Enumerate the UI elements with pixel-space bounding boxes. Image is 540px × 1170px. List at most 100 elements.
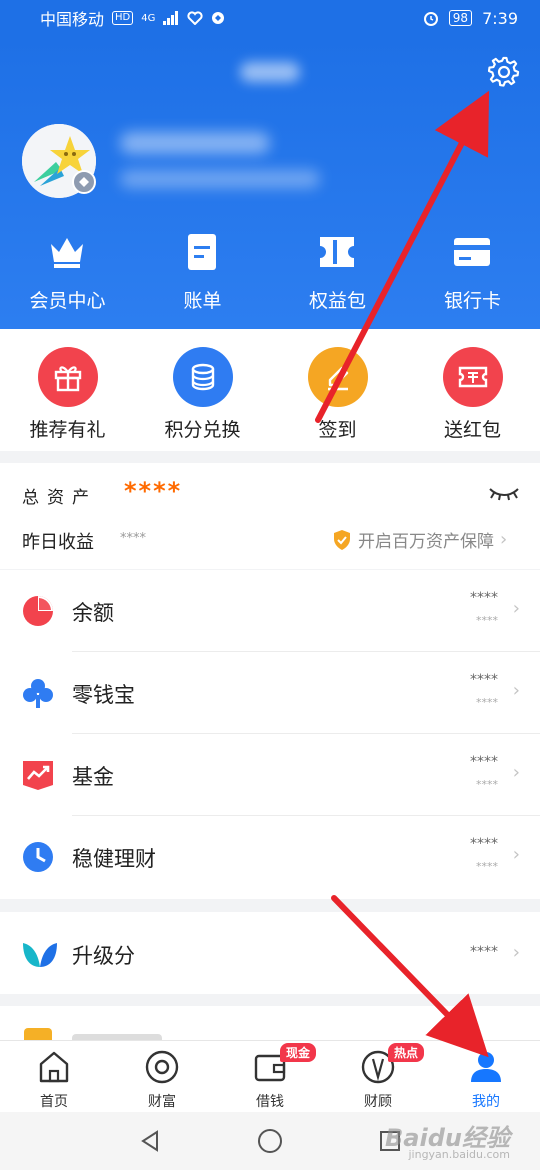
list-item-subvalue: **** — [476, 860, 498, 873]
assets-card: 总资产 **** 昨日收益 **** 开启百万资产保障 › — [0, 463, 540, 569]
eye-closed-icon[interactable] — [488, 483, 520, 503]
shield-icon — [334, 529, 350, 550]
services-row: 推荐有礼 积分兑换 签到 送红包 — [0, 329, 540, 451]
clock-time: 7:39 — [482, 8, 518, 28]
status-bar: 中国移动 HD 4G 98 7:39 — [0, 0, 540, 36]
blurred-username — [120, 132, 270, 154]
yesterday-earnings-value: **** — [120, 531, 146, 546]
list-item-stable-wealth[interactable]: 稳健理财 **** **** › — [0, 816, 540, 898]
quick-action-label: 账单 — [183, 290, 222, 312]
list-item-value: **** — [470, 672, 498, 688]
chevron-right-icon: › — [512, 844, 520, 865]
member-center-button[interactable]: 会员中心 — [0, 232, 135, 322]
service-label: 积分兑换 — [164, 419, 241, 441]
member-badge-icon — [72, 170, 96, 194]
service-label: 送红包 — [443, 419, 501, 441]
total-assets-value: **** — [124, 477, 183, 505]
chevron-right-icon: › — [512, 942, 520, 963]
tab-label: 财顾 — [364, 1094, 392, 1110]
network-label: 4G — [141, 12, 156, 24]
list-item-subvalue: **** — [476, 614, 498, 627]
home-circle-icon — [258, 1129, 282, 1153]
settings-button[interactable] — [484, 52, 524, 92]
chevron-right-icon: › — [512, 762, 520, 783]
tab-label: 我的 — [472, 1094, 500, 1110]
service-circle — [173, 347, 233, 407]
profile-header: 会员中心 账单 权益包 银行卡 — [0, 36, 540, 329]
app-status-icon — [212, 12, 225, 24]
chevron-right-icon: › — [512, 598, 520, 619]
service-label: 推荐有礼 — [29, 419, 106, 441]
bill-icon — [188, 234, 216, 270]
chevron-right-icon: › — [500, 529, 508, 550]
clover-icon — [23, 679, 53, 708]
home-icon — [39, 1051, 69, 1083]
tab-label: 财富 — [148, 1094, 176, 1110]
list-item-yuebao[interactable]: 零钱宝 **** **** › — [0, 652, 540, 734]
bill-button[interactable]: 账单 — [135, 232, 270, 322]
tab-label: 借钱 — [256, 1094, 284, 1110]
points-exchange-button[interactable]: 积分兑换 — [135, 329, 270, 451]
list-item-value: **** — [470, 836, 498, 852]
asset-list: 余额 **** **** › 零钱宝 **** **** › 基金 **** *… — [0, 570, 540, 899]
tab-label: 首页 — [40, 1094, 68, 1110]
list-item-subvalue: **** — [476, 778, 498, 791]
wealth-icon — [145, 1050, 179, 1084]
tab-home[interactable]: 首页 — [0, 1041, 108, 1113]
list-item-subvalue: **** — [476, 696, 498, 709]
service-circle — [308, 347, 368, 407]
blurred-account — [120, 170, 320, 188]
tab-advisor[interactable]: 热点 财顾 — [324, 1041, 432, 1113]
chevron-right-icon: › — [512, 680, 520, 701]
send-red-packet-button[interactable]: 送红包 — [405, 329, 540, 451]
list-item-upgrade-score[interactable]: 升级分 **** › — [0, 912, 540, 994]
list-item-name: 升级分 — [72, 944, 135, 968]
check-in-button[interactable]: 签到 — [270, 329, 405, 451]
home-nav-button[interactable] — [255, 1126, 285, 1156]
bank-card-button[interactable]: 银行卡 — [405, 232, 540, 322]
list-item-fund[interactable]: 基金 **** **** › — [0, 734, 540, 816]
heart-icon — [187, 11, 203, 25]
watermark-url: jingyan.baidu.com — [408, 1148, 510, 1161]
blurred-title — [240, 62, 300, 82]
tab-borrow[interactable]: 现金 借钱 — [216, 1041, 324, 1113]
back-triangle-icon — [141, 1130, 158, 1152]
red-ticket-icon — [458, 366, 488, 388]
crown-icon — [51, 238, 83, 268]
asset-protection-link[interactable]: 开启百万资产保障 › — [332, 527, 507, 552]
ticket-icon — [320, 237, 354, 267]
carrier-label: 中国移动 — [40, 10, 105, 29]
quick-actions: 会员中心 账单 权益包 银行卡 — [0, 232, 540, 322]
gear-icon — [488, 56, 520, 87]
quick-action-label: 银行卡 — [443, 290, 501, 312]
list-item-value: **** — [470, 590, 498, 606]
signal-icon — [163, 11, 179, 25]
tab-badge: 热点 — [388, 1043, 425, 1062]
hd-badge: HD — [112, 11, 134, 25]
list-item-balance[interactable]: 余额 **** **** › — [0, 570, 540, 652]
gift-icon — [54, 366, 82, 392]
user-icon — [471, 1052, 501, 1082]
total-assets-title: 总资产 — [22, 488, 97, 508]
list-item-value: **** — [470, 754, 498, 770]
clock-icon — [23, 842, 53, 872]
tab-wealth[interactable]: 财富 — [108, 1041, 216, 1113]
bottom-tab-bar: 首页 财富 现金 借钱 热点 财顾 我的 — [0, 1040, 540, 1112]
tab-mine[interactable]: 我的 — [432, 1041, 540, 1113]
trend-icon — [23, 761, 53, 790]
list-item-name: 余额 — [72, 601, 114, 625]
quick-action-label: 会员中心 — [29, 290, 106, 312]
quick-action-label: 权益包 — [308, 290, 366, 312]
pie-icon — [23, 596, 53, 626]
service-circle — [443, 347, 503, 407]
alarm-icon — [423, 12, 438, 26]
referral-gift-button[interactable]: 推荐有礼 — [0, 329, 135, 451]
list-item-name: 零钱宝 — [72, 683, 135, 707]
rights-pack-button[interactable]: 权益包 — [270, 232, 405, 322]
coins-icon — [191, 363, 215, 391]
list-item-name: 基金 — [72, 765, 114, 789]
service-circle — [38, 347, 98, 407]
back-button[interactable] — [135, 1126, 165, 1156]
bank-card-icon — [454, 238, 490, 266]
leaf-icon — [23, 943, 57, 967]
